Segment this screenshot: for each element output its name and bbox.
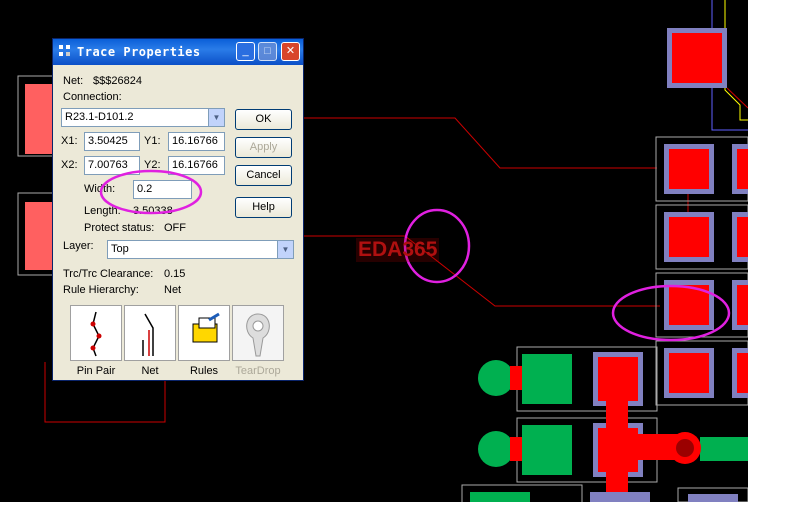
pin-pair-label: Pin Pair [76,365,116,377]
connection-select[interactable]: R23.1-D101.2 ▼ [61,108,225,127]
close-button[interactable]: ✕ [281,42,300,61]
pad[interactable] [737,353,748,393]
x1-value: 3.50425 [88,135,128,147]
apply-button[interactable]: Apply [235,137,292,158]
layer-select[interactable]: Top ▼ [107,240,294,259]
rules-icon [192,312,220,343]
pin-pair-button[interactable] [70,305,122,361]
pad[interactable] [672,33,722,83]
chevron-down-icon[interactable]: ▼ [277,241,293,258]
pad[interactable] [598,357,638,401]
pad[interactable] [522,354,572,404]
protect-status-label: Protect status: [84,222,155,234]
rule-hierarchy-label: Rule Hierarchy: [63,284,139,296]
x1-field[interactable]: 3.50425 [84,132,140,151]
clearance-value: 0.15 [164,268,186,280]
y1-field[interactable]: 16.16766 [168,132,225,151]
cancel-button[interactable]: Cancel [235,165,292,186]
pin-pair-icon [90,311,102,357]
board-line [724,0,748,121]
maximize-button[interactable]: □ [258,42,277,61]
app-icon [59,45,70,56]
x1-label: X1: [61,135,78,147]
title-bar[interactable]: Trace Properties _ □ ✕ [53,39,303,65]
copper-fill [700,437,748,461]
clearance-label: Trc/Trc Clearance: [63,268,154,280]
pad[interactable] [669,149,709,189]
rules-button[interactable] [178,305,230,361]
net-label: Net: [63,75,84,87]
teardrop-icon [246,313,270,357]
x2-label: X2: [61,159,78,171]
ok-button[interactable]: OK [235,109,292,130]
trace-properties-dialog: Trace Properties _ □ ✕ Net: $$$26824 Con… [52,38,304,381]
net-value: $$$26824 [93,75,142,87]
layer-value: Top [111,243,129,255]
pad[interactable] [522,425,572,475]
y1-value: 16.16766 [172,135,218,147]
rules-label: Rules [189,365,219,377]
connection-label: Connection: [63,91,122,103]
pad[interactable] [669,217,709,257]
pad[interactable] [25,84,55,154]
net-icon [142,313,154,356]
via[interactable] [478,360,514,396]
copper-fill [606,400,628,502]
net-tool-label: Net [141,365,159,377]
via[interactable] [478,431,514,467]
minimize-icon: _ [242,45,249,57]
width-annotation-circle [99,169,203,215]
pad[interactable] [737,149,748,189]
pad[interactable] [669,353,709,393]
help-button[interactable]: Help [235,197,292,218]
layer-label: Layer: [63,240,94,252]
dialog-title: Trace Properties [77,45,201,59]
connection-value: R23.1-D101.2 [65,111,134,123]
pad[interactable] [737,217,748,257]
watermark: EDA365 [356,238,440,262]
teardrop-button[interactable] [232,305,284,361]
net-button[interactable] [124,305,176,361]
trace[interactable] [726,87,749,109]
minimize-button[interactable]: _ [236,42,255,61]
maximize-icon: □ [264,45,271,57]
pad[interactable] [25,202,55,270]
trace[interactable] [304,117,657,169]
close-icon: ✕ [285,45,296,57]
chevron-down-icon[interactable]: ▼ [208,109,224,126]
protect-status-value: OFF [164,222,186,234]
teardrop-label: TearDrop [235,365,281,377]
y1-label: Y1: [144,135,161,147]
pad[interactable] [737,285,748,325]
rule-hierarchy-value: Net [164,284,182,296]
